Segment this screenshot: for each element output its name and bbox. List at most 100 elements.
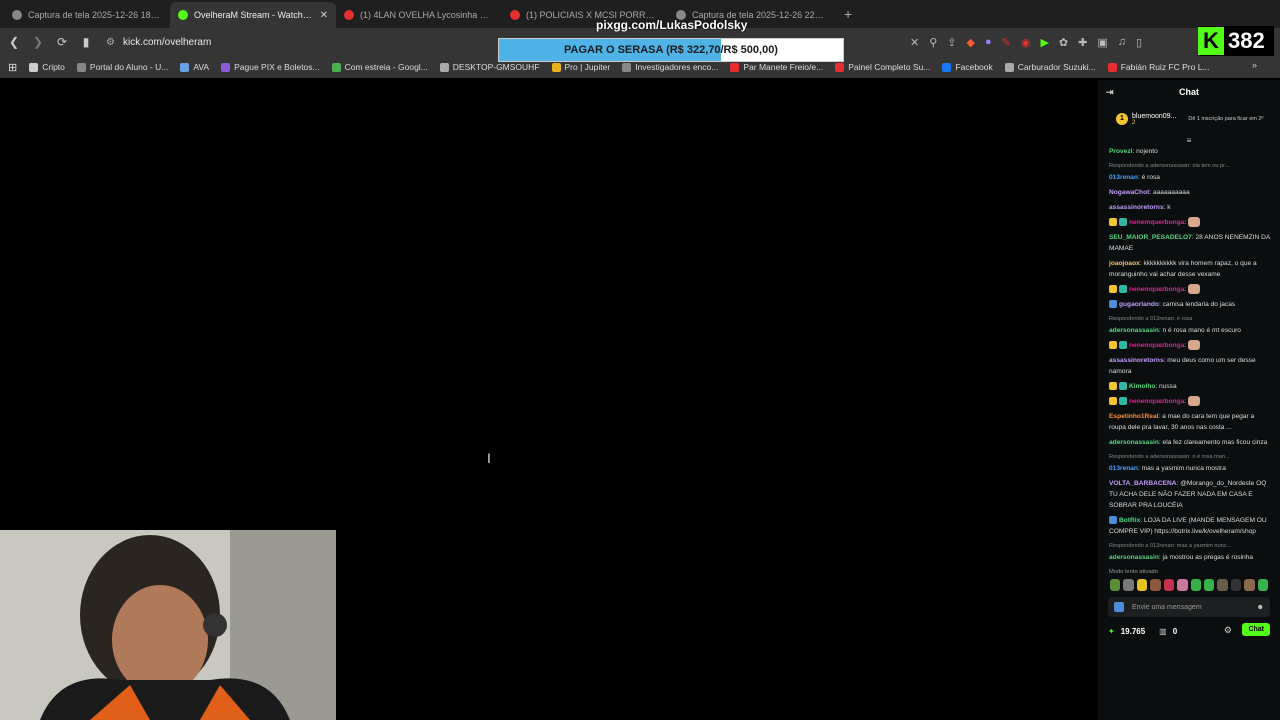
chat-username[interactable]: gugaorlando <box>1119 301 1159 308</box>
mute-icon[interactable]: ✕ <box>910 36 919 49</box>
gear-icon[interactable]: ⚙ <box>1224 625 1232 636</box>
address-bar[interactable]: ⚙ kick.com/ovelheram <box>106 31 211 53</box>
browser-tab[interactable]: (1) 4LAN OVELHA Lycosinha E KIKIR <box>336 2 502 28</box>
chat-username[interactable]: nenemquerbonga <box>1129 219 1184 226</box>
chat-username[interactable]: nenemquerbonga <box>1129 286 1184 293</box>
reply-context[interactable]: Respondendo a adersonassasin: ola tem ou… <box>1109 161 1270 172</box>
chat-message[interactable]: Provezi: nojento <box>1109 146 1270 157</box>
chat-input[interactable]: Envie uma mensagem ☻ <box>1108 597 1270 617</box>
chat-message[interactable]: nenemquerbonga: <box>1109 217 1270 228</box>
bookmark-label[interactable]: AVA <box>193 62 209 72</box>
bookmark-icon[interactable]: ▮ <box>76 35 96 49</box>
chat-username[interactable]: VOLTA_BARBACENA <box>1109 480 1177 487</box>
emote-icon[interactable] <box>1123 579 1134 591</box>
bookmark-label[interactable]: Pro | Jupiter <box>565 62 611 72</box>
bookmark-item[interactable]: Com estreia - Googl... <box>331 62 428 72</box>
bookmark-item[interactable]: Painel Completo Su... <box>835 62 930 72</box>
share-icon[interactable]: ⇪ <box>947 36 956 49</box>
bookmarks-overflow-icon[interactable]: » <box>1252 60 1257 70</box>
media-icon[interactable]: ♫ <box>1118 36 1126 48</box>
bookmark-item[interactable]: Carburador Suzuki... <box>1004 62 1096 72</box>
extension-icon-3[interactable]: ◉ <box>1021 36 1031 49</box>
chat-username[interactable]: joaojoaox <box>1109 260 1140 267</box>
apps-icon[interactable]: ⊞ <box>8 61 17 74</box>
chat-username[interactable]: 013renan <box>1109 174 1138 181</box>
chat-username[interactable]: Provezi <box>1109 148 1132 155</box>
bookmark-item[interactable]: Cripto <box>29 62 65 72</box>
bookmark-item[interactable]: Pague PIX e Boletos... <box>221 62 320 72</box>
bookmark-item[interactable]: Portal do Aluno - U... <box>76 62 168 72</box>
chat-message[interactable]: Kimolho: nussa <box>1109 381 1270 392</box>
chat-message[interactable]: VOLTA_BARBACENA: @Morango_do_Nordeste OQ… <box>1109 478 1270 511</box>
forward-icon[interactable]: ❯ <box>28 35 48 49</box>
emote-icon[interactable] <box>1150 579 1161 591</box>
chat-message[interactable]: Respondendo a adersonassasin: n é rosa m… <box>1109 452 1270 474</box>
bookmark-label[interactable]: Facebook <box>955 62 992 72</box>
chat-input-placeholder[interactable]: Envie uma mensagem <box>1132 604 1202 611</box>
chat-message[interactable]: Respondendo a 013renan: é rosa adersonass… <box>1109 314 1270 336</box>
bookmark-item[interactable]: Facebook <box>942 62 993 72</box>
reload-icon[interactable]: ⟳ <box>52 35 72 49</box>
bookmark-item[interactable]: Fabián Ruiz FC Pro L... <box>1107 62 1210 72</box>
emote-icon[interactable] <box>1163 579 1175 591</box>
points-count[interactable]: 19.765 <box>1121 627 1145 636</box>
chat-username[interactable]: adersonassasin <box>1109 554 1159 561</box>
zoom-icon[interactable]: ⚲ <box>929 36 937 49</box>
chat-message[interactable]: adersonassasin: ela fez clareamento mas … <box>1109 437 1270 448</box>
chat-username[interactable]: assassinoretorns <box>1109 357 1164 364</box>
emote-icon[interactable] <box>1257 579 1269 591</box>
chat-username[interactable]: adersonassasin <box>1109 327 1159 334</box>
sidebar-icon[interactable]: ▯ <box>1136 36 1142 49</box>
chat-message[interactable]: SEU_MAIOR_PESADELO7: 28 ANOS NENEMZIN DA… <box>1109 232 1270 254</box>
emote-icon[interactable] <box>1177 579 1188 591</box>
tab-title[interactable]: OvelheraM Stream - Watch Live <box>194 10 314 20</box>
bookmark-item[interactable]: Pro | Jupiter <box>551 62 611 72</box>
emote-icon[interactable] <box>1136 579 1148 591</box>
chat-username[interactable]: adersonassasin <box>1109 439 1159 446</box>
bookmark-label[interactable]: Carburador Suzuki... <box>1018 62 1096 72</box>
extensions-icon[interactable]: ✚ <box>1078 36 1087 49</box>
chat-message[interactable]: Respondendo a 013renan: mas a yasmim nun… <box>1109 541 1270 563</box>
screenshot-icon[interactable]: ▣ <box>1097 36 1107 49</box>
top-gifter-banner[interactable]: 1 bluemoon09... 2 Dê 1 inscrição para fi… <box>1098 104 1280 136</box>
chat-message[interactable]: Espetinho1Real: a mae do cara tem que pe… <box>1109 411 1270 433</box>
chat-message[interactable]: assassinoretorns: meu deus como um ser d… <box>1109 355 1270 377</box>
bookmark-label[interactable]: Painel Completo Su... <box>848 62 930 72</box>
chat-username[interactable]: nenemquerbonga <box>1129 342 1184 349</box>
site-info-icon[interactable]: ⚙ <box>106 37 115 48</box>
chevron-down-icon[interactable]: ≡ <box>1098 136 1280 146</box>
emote-icon[interactable] <box>1244 579 1255 591</box>
emote-icon[interactable] <box>1203 579 1215 591</box>
chat-message[interactable]: Respondendo a adersonassasin: ola tem ou… <box>1109 161 1270 183</box>
chat-username[interactable]: 013renan <box>1109 465 1138 472</box>
bookmark-item[interactable]: Investigadores enco... <box>622 62 718 72</box>
extension-icon-4[interactable]: ▶ <box>1040 36 1048 49</box>
collapse-chat-icon[interactable]: ⇥ <box>1106 87 1114 98</box>
reply-context[interactable]: Respondendo a 013renan: é rosa <box>1109 314 1270 325</box>
chat-username[interactable]: nenemquerbonga <box>1129 398 1184 405</box>
reply-context[interactable]: Respondendo a adersonassasin: n é rosa m… <box>1109 452 1270 463</box>
bookmark-label[interactable]: Fabián Ruiz FC Pro L... <box>1121 62 1210 72</box>
chat-username[interactable]: SEU_MAIOR_PESADELO7 <box>1109 234 1192 241</box>
chat-username[interactable]: Kimolho <box>1129 383 1155 390</box>
emote-icon[interactable] <box>1217 579 1228 591</box>
emote-icon[interactable] <box>1230 579 1242 591</box>
bookmark-item[interactable]: Par Manete Freio/e... <box>730 62 823 72</box>
chat-username[interactable]: BotRix <box>1119 517 1140 524</box>
extension-icon-5[interactable]: ✿ <box>1059 36 1068 49</box>
bookmark-item[interactable]: DESKTOP-GMSOUHF <box>439 62 540 72</box>
chat-message[interactable]: joaojoaox: kkkkkkkkkk vira homem rapaz, … <box>1109 258 1270 280</box>
browser-tab[interactable]: Captura de tela 2025-12-26 182933 <box>4 2 170 28</box>
chat-message[interactable]: nenemquerbonga: <box>1109 284 1270 295</box>
brave-shield-icon[interactable]: ◆ <box>967 36 975 49</box>
extension-icon-2[interactable]: ✎ <box>1002 36 1011 49</box>
emote-icon[interactable] <box>1110 579 1121 591</box>
back-icon[interactable]: ❮ <box>4 35 24 49</box>
chat-message[interactable]: NogawaChot: aaaaaaaaaa <box>1109 187 1270 198</box>
extension-icon-1[interactable]: ● <box>985 36 992 48</box>
address-url[interactable]: kick.com/ovelheram <box>123 37 211 48</box>
chat-username[interactable]: Espetinho1Real <box>1109 413 1158 420</box>
emoji-icon[interactable]: ☻ <box>1257 604 1264 611</box>
tab-title[interactable]: (1) 4LAN OVELHA Lycosinha E KIKIR <box>360 10 494 20</box>
new-tab-button[interactable]: + <box>834 6 862 28</box>
